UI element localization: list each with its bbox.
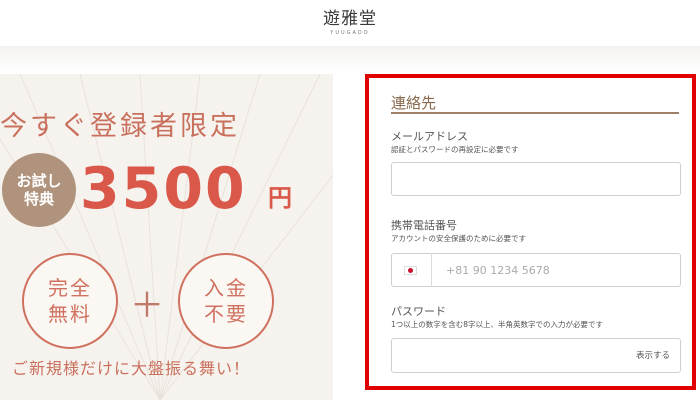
email-help-text: 認証とパスワードの再設定に必要です <box>391 145 519 154</box>
bonus-amount: 3500 <box>80 156 247 222</box>
trial-bonus-line1: お試し <box>16 172 62 190</box>
no-deposit-badge-line2: 不要 <box>204 302 248 326</box>
email-field[interactable] <box>391 162 681 196</box>
no-deposit-badge: 入金 不要 <box>178 253 274 349</box>
section-title: 連絡先 <box>391 94 437 112</box>
password-label: パスワード <box>391 305 446 318</box>
free-badge-line1: 完全 <box>48 276 92 300</box>
section-divider <box>391 112 679 114</box>
country-code-divider <box>431 253 432 287</box>
promo-headline: 今すぐ登録者限定 <box>0 111 240 142</box>
password-field[interactable]: 表示する <box>391 338 681 373</box>
contact-form-panel: 連絡先 メールアドレス 認証とパスワードの再設定に必要です 携帯電話番号 アカウ… <box>365 74 696 390</box>
free-badge: 完全 無料 <box>22 253 118 349</box>
header-band <box>0 46 700 74</box>
phone-help-text: アカウントの安全保護のために必要です <box>391 234 526 243</box>
plus-sign: ＋ <box>130 286 164 326</box>
no-deposit-badge-line1: 入金 <box>204 276 248 300</box>
site-logo-subtitle: YUUGADO <box>330 30 370 36</box>
promo-tagline: ご新規様だけに大盤振る舞い！ <box>12 359 251 378</box>
email-label: メールアドレス <box>391 130 468 143</box>
site-header: 遊雅堂 YUUGADO <box>0 0 700 46</box>
phone-label: 携帯電話番号 <box>391 219 457 232</box>
bonus-amount-unit: 円 <box>268 184 292 212</box>
phone-field[interactable] <box>446 263 646 277</box>
promo-banner: 今すぐ登録者限定 <box>0 74 333 400</box>
trial-bonus-line2: 特典 <box>23 190 54 208</box>
japan-flag-icon[interactable] <box>404 265 417 275</box>
show-password-button[interactable]: 表示する <box>636 349 670 361</box>
password-help-text: 1つ以上の数字を含む8字以上、半角英数字での入力が必要です <box>391 320 604 329</box>
trial-bonus-badge: お試し 特典 <box>2 153 76 227</box>
site-logo[interactable]: 遊雅堂 <box>323 10 377 28</box>
phone-field-wrapper[interactable] <box>391 253 681 287</box>
free-badge-line2: 無料 <box>48 302 92 326</box>
